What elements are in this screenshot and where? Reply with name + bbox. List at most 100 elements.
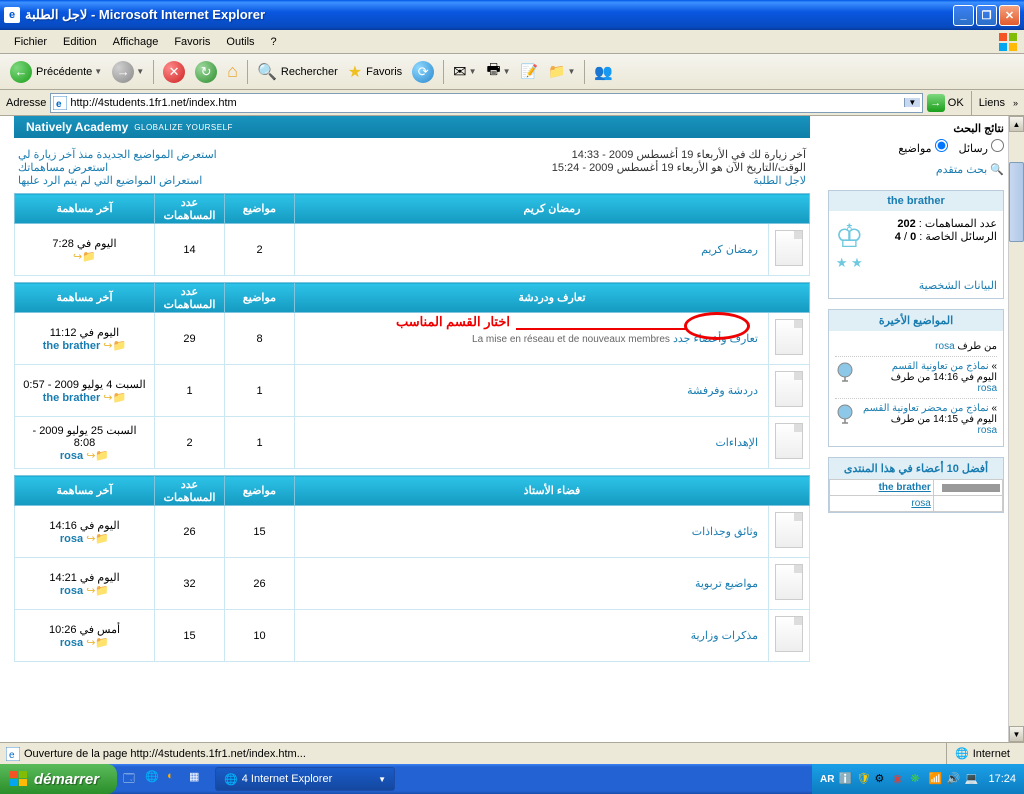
recent-item[interactable]: من طرف rosa xyxy=(835,337,997,357)
forward-button[interactable]: →▼ xyxy=(108,58,148,86)
recent-item[interactable]: » نماذج من تعاونية القسم اليوم في 14:16 … xyxy=(835,357,997,399)
unanswered-link[interactable]: استعراض المواضيع التي لم يتم الرد عليها xyxy=(18,175,202,187)
forum-icon xyxy=(775,319,803,355)
forum-icon xyxy=(775,230,803,266)
user-box-header[interactable]: the brather xyxy=(829,191,1003,211)
my-posts-link[interactable]: استعرض مساهماتك xyxy=(18,162,108,174)
top-member-row[interactable]: rosa xyxy=(830,496,1003,512)
print-icon: 🖶 xyxy=(487,59,501,84)
star-icon: ★ xyxy=(348,62,362,82)
window-titlebar: e لاجل الطلبة - Microsoft Internet Explo… xyxy=(0,0,1024,30)
menu-file[interactable]: Fichier xyxy=(6,33,55,51)
links-chevron-icon[interactable]: » xyxy=(1013,98,1018,108)
col-last-post: آخر مساهمة xyxy=(15,194,155,224)
recent-topics-header: المواضيع الأخيرة xyxy=(829,310,1003,331)
scroll-thumb[interactable] xyxy=(1009,162,1024,242)
clock[interactable]: 17:24 xyxy=(988,773,1016,785)
tray-icon[interactable]: ◉ xyxy=(892,772,906,786)
messenger-button[interactable]: 👥 xyxy=(590,58,617,86)
scroll-down-button[interactable]: ▼ xyxy=(1009,726,1024,742)
favorites-button[interactable]: ★Favoris xyxy=(344,58,406,86)
history-button[interactable]: ⟳ xyxy=(408,58,438,86)
search-options: رسائل مواضيع xyxy=(828,135,1004,159)
tray-icon[interactable]: 📶 xyxy=(928,772,942,786)
print-button[interactable]: 🖶▼ xyxy=(483,58,515,86)
annotation-line xyxy=(516,328,686,330)
radio-messages[interactable]: رسائل xyxy=(959,143,1004,155)
volume-icon[interactable]: 🔊 xyxy=(946,772,960,786)
top-members-box: أفضل 10 أعضاء في هذا المنتدى the brather… xyxy=(828,457,1004,513)
search-button[interactable]: 🔍Rechercher xyxy=(253,58,342,86)
page-info-row: استعرض المواضيع الجديدة منذ آخر زيارة لي… xyxy=(14,148,810,187)
forum-link[interactable]: رمضان كريم xyxy=(701,244,758,256)
address-input-container[interactable]: e ▼ xyxy=(50,93,922,113)
menu-tools[interactable]: Outils xyxy=(218,33,262,51)
forum-link[interactable]: مواضيع تربوية xyxy=(695,578,758,590)
menu-view[interactable]: Affichage xyxy=(105,33,167,51)
forum-icon xyxy=(775,512,803,548)
edit-button[interactable]: 📝 xyxy=(517,58,542,86)
app-icon[interactable]: ▦ xyxy=(189,770,207,788)
toolbar: ←Précédente▼ →▼ ✕ ↻ ⌂ 🔍Rechercher ★Favor… xyxy=(0,54,1024,90)
forum-home-link[interactable]: لاجل الطلبة xyxy=(753,175,806,187)
url-input[interactable] xyxy=(70,97,903,109)
forum-link[interactable]: الإهداءات xyxy=(715,437,758,449)
tray-icon[interactable]: ⚙ xyxy=(874,772,888,786)
maximize-button[interactable]: ❐ xyxy=(976,5,997,26)
forum-icon xyxy=(775,616,803,652)
home-button[interactable]: ⌂ xyxy=(223,58,242,86)
address-dropdown[interactable]: ▼ xyxy=(904,98,920,107)
vertical-scrollbar[interactable]: ▲ ▼ xyxy=(1008,116,1024,742)
personal-data-link[interactable]: البيانات الشخصية xyxy=(919,280,997,292)
refresh-button[interactable]: ↻ xyxy=(191,58,221,86)
taskbar-item-ie[interactable]: 🌐 4 Internet Explorer ▼ xyxy=(215,767,395,791)
menu-help[interactable]: ? xyxy=(263,33,285,51)
back-button[interactable]: ←Précédente▼ xyxy=(6,58,106,86)
forward-arrow-icon: → xyxy=(112,61,134,83)
category-header[interactable]: رمضان كريم xyxy=(295,194,810,224)
lang-indicator[interactable]: AR xyxy=(820,774,834,785)
advanced-search-link[interactable]: 🔍 بحث متقدم xyxy=(828,159,1004,180)
status-text: Ouverture de la page http://4students.1f… xyxy=(24,748,306,760)
tray-icon[interactable]: ❋ xyxy=(910,772,924,786)
quick-launch: 🗔 🌐 ◐ ▦ xyxy=(117,764,213,794)
go-button[interactable]: →OK xyxy=(927,94,964,112)
mail-button[interactable]: ✉▼ xyxy=(449,58,480,86)
recent-item[interactable]: » نماذج من محضر تعاونية القسم اليوم في 1… xyxy=(835,399,997,440)
shield-icon[interactable]: 🛡 xyxy=(856,772,870,786)
new-posts-link[interactable]: استعرض المواضيع الجديدة منذ آخر زيارة لي xyxy=(18,149,217,161)
globe-icon: 🌐 xyxy=(955,747,969,760)
ie-quick-icon[interactable]: 🌐 xyxy=(145,770,163,788)
show-desktop-icon[interactable]: 🗔 xyxy=(123,770,141,788)
forum-link[interactable]: وثائق وجذاذات xyxy=(692,526,758,538)
start-button[interactable]: démarrer xyxy=(0,764,117,794)
scroll-up-button[interactable]: ▲ xyxy=(1009,116,1024,132)
forum-icon xyxy=(775,564,803,600)
stop-button[interactable]: ✕ xyxy=(159,58,189,86)
tray-icon[interactable]: ℹ️ xyxy=(838,772,852,786)
menu-favorites[interactable]: Favoris xyxy=(166,33,218,51)
forum-category-table: آخر مساهمة عدد المساهمات مواضيع رمضان كر… xyxy=(14,193,810,276)
top-member-row[interactable]: the brather xyxy=(830,480,1003,496)
media-player-icon[interactable]: ◐ xyxy=(167,770,185,788)
forum-row: اليوم في 7:28📁↪ 14 2 رمضان كريم xyxy=(15,224,810,276)
forum-link[interactable]: دردشة وفرفشة xyxy=(687,385,758,397)
close-button[interactable]: ✕ xyxy=(999,5,1020,26)
tray-icon[interactable]: 💻 xyxy=(964,772,978,786)
separator xyxy=(584,60,585,84)
links-label[interactable]: Liens xyxy=(979,97,1005,109)
minimize-button[interactable]: _ xyxy=(953,5,974,26)
category-header[interactable]: تعارف ودردشة xyxy=(295,283,810,313)
go-arrow-icon: → xyxy=(927,94,945,112)
radio-topics[interactable]: مواضيع xyxy=(898,143,947,155)
forum-category-table: آخر مساهمة عدد المساهمات مواضيع تعارف ود… xyxy=(14,282,810,469)
messenger-icon: 👥 xyxy=(594,63,613,81)
menu-edit[interactable]: Edition xyxy=(55,33,105,51)
search-results-heading: نتائج البحث xyxy=(828,122,1004,135)
category-header[interactable]: فضاء الأستاذ xyxy=(295,476,810,506)
folder-button[interactable]: 📁▼ xyxy=(544,58,579,86)
windows-taskbar: démarrer 🗔 🌐 ◐ ▦ 🌐 4 Internet Explorer ▼… xyxy=(0,764,1024,794)
folder-icon: 📁↪ xyxy=(73,251,96,263)
chevron-down-icon: ▼ xyxy=(136,67,144,76)
forum-link[interactable]: مذكرات وزارية xyxy=(691,630,758,642)
